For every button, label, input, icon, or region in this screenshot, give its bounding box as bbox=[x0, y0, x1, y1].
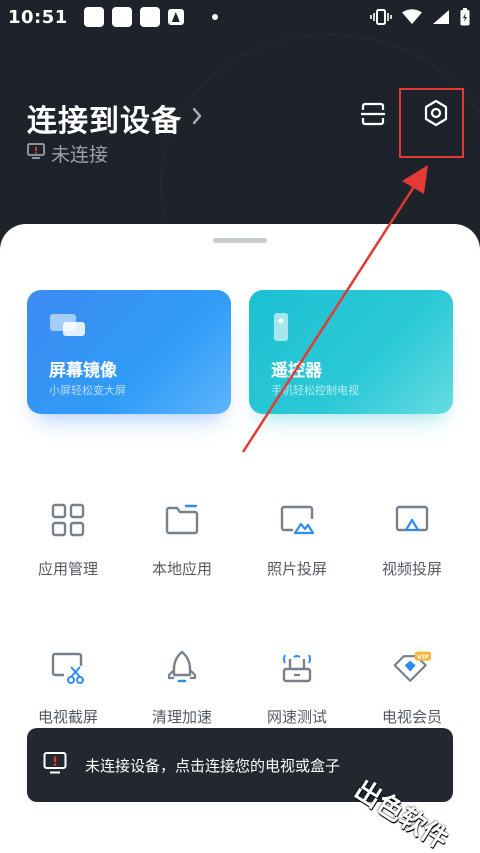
notification-icon bbox=[139, 7, 160, 27]
remote-control-card[interactable]: 遥控器 手机轻松控制电视 bbox=[249, 290, 453, 414]
status-time: 10:51 bbox=[8, 6, 68, 28]
router-icon bbox=[277, 648, 317, 688]
grid-label: 照片投屏 bbox=[266, 560, 327, 578]
folder-icon bbox=[162, 500, 202, 540]
card-title: 屏幕镜像 bbox=[49, 361, 117, 381]
connection-status-text: 未连接 bbox=[51, 144, 109, 166]
card-subtitle: 小屏轻松变大屏 bbox=[49, 384, 126, 397]
grid-label: 本地应用 bbox=[151, 560, 212, 578]
grid-label: 电视截屏 bbox=[37, 708, 98, 726]
toast-text: 未连接设备，点击连接您的电视或盒子 bbox=[85, 756, 341, 775]
grid-label: 电视会员 bbox=[381, 708, 442, 726]
video-cast-button[interactable]: 视频投屏 bbox=[357, 500, 467, 610]
notification-icons bbox=[83, 7, 218, 27]
notification-icon bbox=[83, 7, 104, 27]
page-title: 连接到设备 bbox=[27, 104, 182, 139]
chevron-right-icon bbox=[192, 107, 202, 129]
status-icons bbox=[370, 8, 470, 26]
photo-cast-icon bbox=[277, 500, 317, 540]
annotation-highlight-box bbox=[399, 88, 464, 158]
tv-warning-icon bbox=[27, 142, 51, 165]
notification-icon bbox=[111, 7, 132, 27]
scan-button[interactable] bbox=[357, 100, 389, 132]
photo-cast-button[interactable]: 照片投屏 bbox=[242, 500, 352, 610]
grid-label: 应用管理 bbox=[37, 560, 98, 578]
signal-icon bbox=[432, 9, 450, 25]
tv-warning-icon bbox=[43, 751, 67, 779]
connection-status: 未连接 bbox=[27, 140, 108, 167]
app-management-button[interactable]: 应用管理 bbox=[13, 500, 123, 610]
vibrate-icon bbox=[370, 8, 392, 26]
vip-badge: VIP bbox=[417, 654, 429, 661]
grid-label: 清理加速 bbox=[151, 708, 212, 726]
grid-label: 网速测试 bbox=[266, 708, 327, 726]
screen-mirror-icon bbox=[49, 312, 89, 346]
card-title: 遥控器 bbox=[271, 361, 322, 381]
scan-icon bbox=[360, 101, 386, 131]
wifi-icon bbox=[402, 9, 422, 25]
not-connected-toast[interactable]: 未连接设备，点击连接您的电视或盒子 bbox=[27, 728, 453, 802]
video-cast-icon bbox=[392, 500, 432, 540]
vip-diamond-icon: VIP bbox=[392, 648, 432, 688]
battery-icon bbox=[460, 8, 470, 26]
local-apps-button[interactable]: 本地应用 bbox=[127, 500, 237, 610]
screen-mirror-card[interactable]: 屏幕镜像 小屏轻松变大屏 bbox=[27, 290, 231, 414]
more-notifications-dot-icon bbox=[211, 14, 218, 20]
card-subtitle: 手机轻松控制电视 bbox=[271, 384, 359, 397]
app-grid-icon bbox=[48, 500, 88, 540]
notification-a-icon bbox=[167, 9, 184, 25]
rocket-icon bbox=[162, 648, 202, 688]
status-bar: 10:51 bbox=[0, 0, 480, 34]
drag-handle[interactable] bbox=[213, 238, 267, 243]
screenshot-icon bbox=[48, 648, 88, 688]
remote-icon bbox=[271, 312, 295, 348]
grid-label: 视频投屏 bbox=[381, 560, 442, 578]
connect-device-link[interactable]: 连接到设备 bbox=[27, 96, 202, 140]
